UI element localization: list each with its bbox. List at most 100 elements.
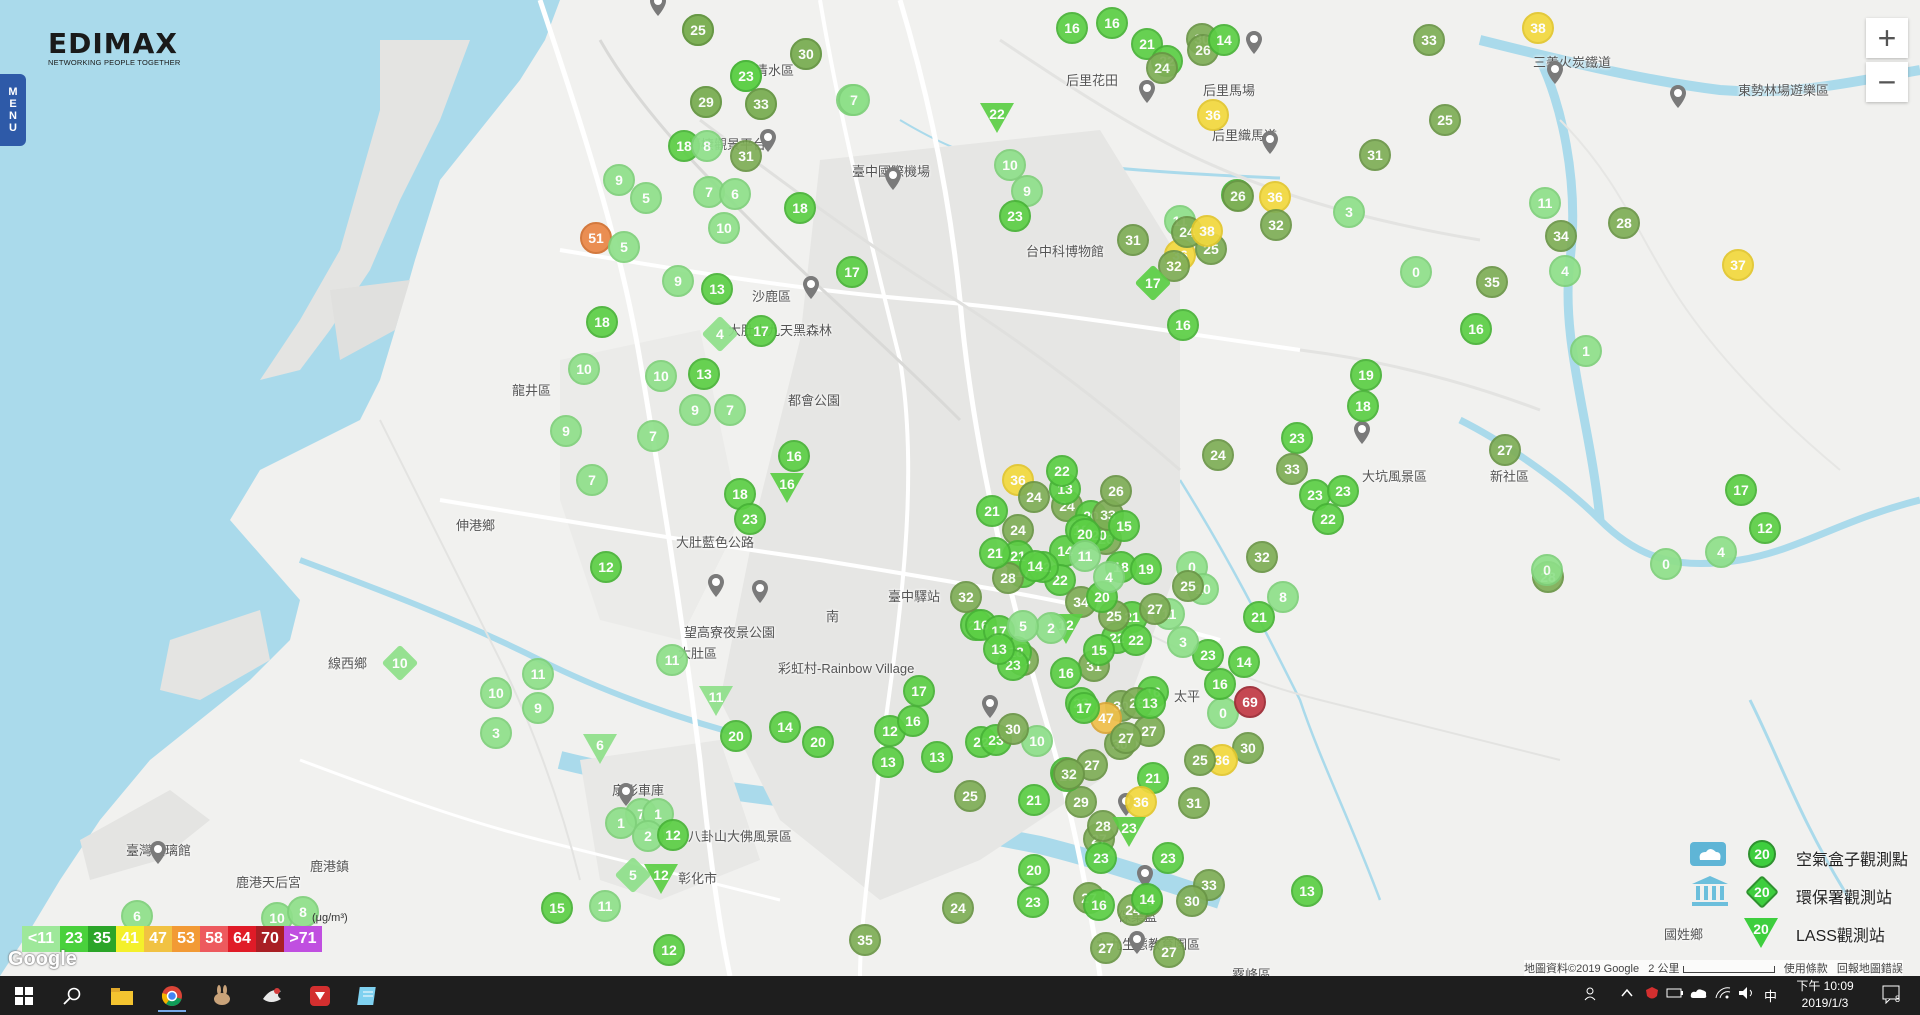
airbox-marker[interactable]: 34 [1545,220,1577,252]
airbox-marker[interactable]: 32 [1246,541,1278,573]
airbox-marker[interactable]: 36 [1197,99,1229,131]
airbox-marker[interactable]: 0 [1531,554,1563,586]
airbox-marker[interactable]: 23 [730,60,762,92]
airbox-marker[interactable]: 24 [1018,481,1050,513]
airbox-marker[interactable]: 18 [586,306,618,338]
airbox-marker[interactable]: 31 [1359,139,1391,171]
airbox-marker[interactable]: 11 [522,658,554,690]
airbox-marker[interactable]: 16 [1204,668,1236,700]
airbox-marker[interactable]: 8 [691,130,723,162]
airbox-marker[interactable]: 21 [979,537,1011,569]
airbox-marker[interactable]: 21 [1243,601,1275,633]
airbox-marker[interactable]: 0 [1400,256,1432,288]
map-pin-icon[interactable] [1261,130,1279,156]
airbox-marker[interactable]: 25 [1184,744,1216,776]
wifi-icon[interactable] [1714,986,1732,1003]
airbox-marker[interactable]: 23 [1152,842,1184,874]
airbox-marker[interactable]: 17 [745,315,777,347]
airbox-marker[interactable]: 25 [682,14,714,46]
airbox-marker[interactable]: 14 [1208,24,1240,56]
security-shield-icon[interactable] [1644,986,1660,1005]
airbox-marker[interactable]: 13 [872,746,904,778]
lass-station-marker[interactable]: 11 [699,686,733,718]
lass-station-marker[interactable]: 23 [1112,817,1146,849]
app-rabbit-icon[interactable] [208,982,236,1010]
airbox-marker[interactable]: 28 [1608,207,1640,239]
airbox-marker[interactable]: 32 [950,581,982,613]
airbox-marker[interactable]: 27 [1090,932,1122,964]
map-pin-icon[interactable] [802,275,820,301]
airbox-marker[interactable]: 30 [1176,885,1208,917]
airbox-marker[interactable]: 9 [550,415,582,447]
airbox-marker[interactable]: 18 [784,192,816,224]
airbox-marker[interactable]: 24 [1146,52,1178,84]
airbox-marker[interactable]: 7 [838,84,870,116]
map-pin-icon[interactable] [1546,60,1564,86]
airbox-marker[interactable]: 5 [630,182,662,214]
airbox-marker[interactable]: 32 [1260,209,1292,241]
app-wing-icon[interactable] [258,982,286,1010]
airbox-marker[interactable]: 9 [679,394,711,426]
windows-start-icon[interactable] [10,982,38,1010]
volume-icon[interactable] [1738,986,1756,1003]
airbox-marker[interactable]: 3 [480,717,512,749]
airbox-marker[interactable]: 12 [590,551,622,583]
airbox-marker[interactable]: 25 [954,780,986,812]
airbox-marker[interactable]: 14 [769,711,801,743]
people-icon[interactable] [1584,986,1600,1005]
airbox-marker[interactable]: 33 [1276,453,1308,485]
airbox-marker[interactable]: 23 [1281,422,1313,454]
airbox-marker[interactable]: 22 [1312,503,1344,535]
airbox-marker[interactable]: 23 [734,503,766,535]
lass-station-marker[interactable]: 6 [583,734,617,766]
airbox-marker[interactable]: 20 [802,726,834,758]
airbox-marker[interactable]: 38 [1191,215,1223,247]
map-pin-icon[interactable] [981,694,999,720]
airbox-marker[interactable]: 35 [1476,266,1508,298]
airbox-marker[interactable]: 15 [541,892,573,924]
airbox-marker[interactable]: 25 [1429,104,1461,136]
zoom-in-button[interactable]: + [1866,18,1908,58]
airbox-marker[interactable]: 32 [1053,758,1085,790]
map-pin-icon[interactable] [149,840,167,866]
airbox-marker[interactable]: 2 [1035,612,1067,644]
airbox-marker[interactable]: 27 [1153,936,1185,968]
airbox-marker[interactable]: 13 [921,741,953,773]
airbox-marker[interactable]: 14 [1228,646,1260,678]
airbox-marker[interactable]: 37 [1722,249,1754,281]
airbox-marker[interactable]: 12 [653,934,685,966]
airbox-marker[interactable]: 11 [656,644,688,676]
airbox-marker[interactable]: 17 [836,256,868,288]
system-clock[interactable]: 下午 10:09 2019/1/3 [1790,978,1860,1012]
airbox-marker[interactable]: 26 [1100,475,1132,507]
airbox-marker[interactable]: 16 [1096,7,1128,39]
airbox-marker[interactable]: 17 [903,675,935,707]
search-icon[interactable] [58,982,86,1010]
airbox-marker[interactable]: 10 [480,677,512,709]
lass-station-marker[interactable]: 12 [644,864,678,896]
lass-station-marker[interactable]: 22 [980,103,1014,135]
airbox-marker[interactable]: 20 [1018,854,1050,886]
airbox-marker[interactable]: 23 [1017,886,1049,918]
map-pin-icon[interactable] [884,166,902,192]
airbox-marker[interactable]: 3 [1333,196,1365,228]
airbox-marker[interactable]: 3 [1167,626,1199,658]
airbox-marker[interactable]: 23 [999,200,1031,232]
airbox-marker[interactable]: 19 [1130,553,1162,585]
airbox-marker[interactable]: 7 [637,420,669,452]
airbox-marker[interactable]: 16 [1050,657,1082,689]
airbox-marker[interactable]: 10 [645,360,677,392]
airbox-marker[interactable]: 14 [1019,550,1051,582]
file-explorer-icon[interactable] [108,982,136,1010]
airbox-marker[interactable]: 13 [1134,687,1166,719]
airbox-marker[interactable]: 13 [983,633,1015,665]
chrome-icon[interactable] [158,982,186,1012]
airbox-marker[interactable]: 18 [1347,390,1379,422]
edimax-logo[interactable]: EDIMAX NETWORKING PEOPLE TOGETHER [48,30,180,68]
airbox-marker[interactable]: 36 [1125,786,1157,818]
map-pin-icon[interactable] [1138,79,1156,105]
map-pin-icon[interactable] [649,0,667,18]
menu-tab[interactable]: MENU [0,74,26,146]
airbox-marker[interactable]: 16 [1460,313,1492,345]
airbox-marker[interactable]: 24 [942,892,974,924]
